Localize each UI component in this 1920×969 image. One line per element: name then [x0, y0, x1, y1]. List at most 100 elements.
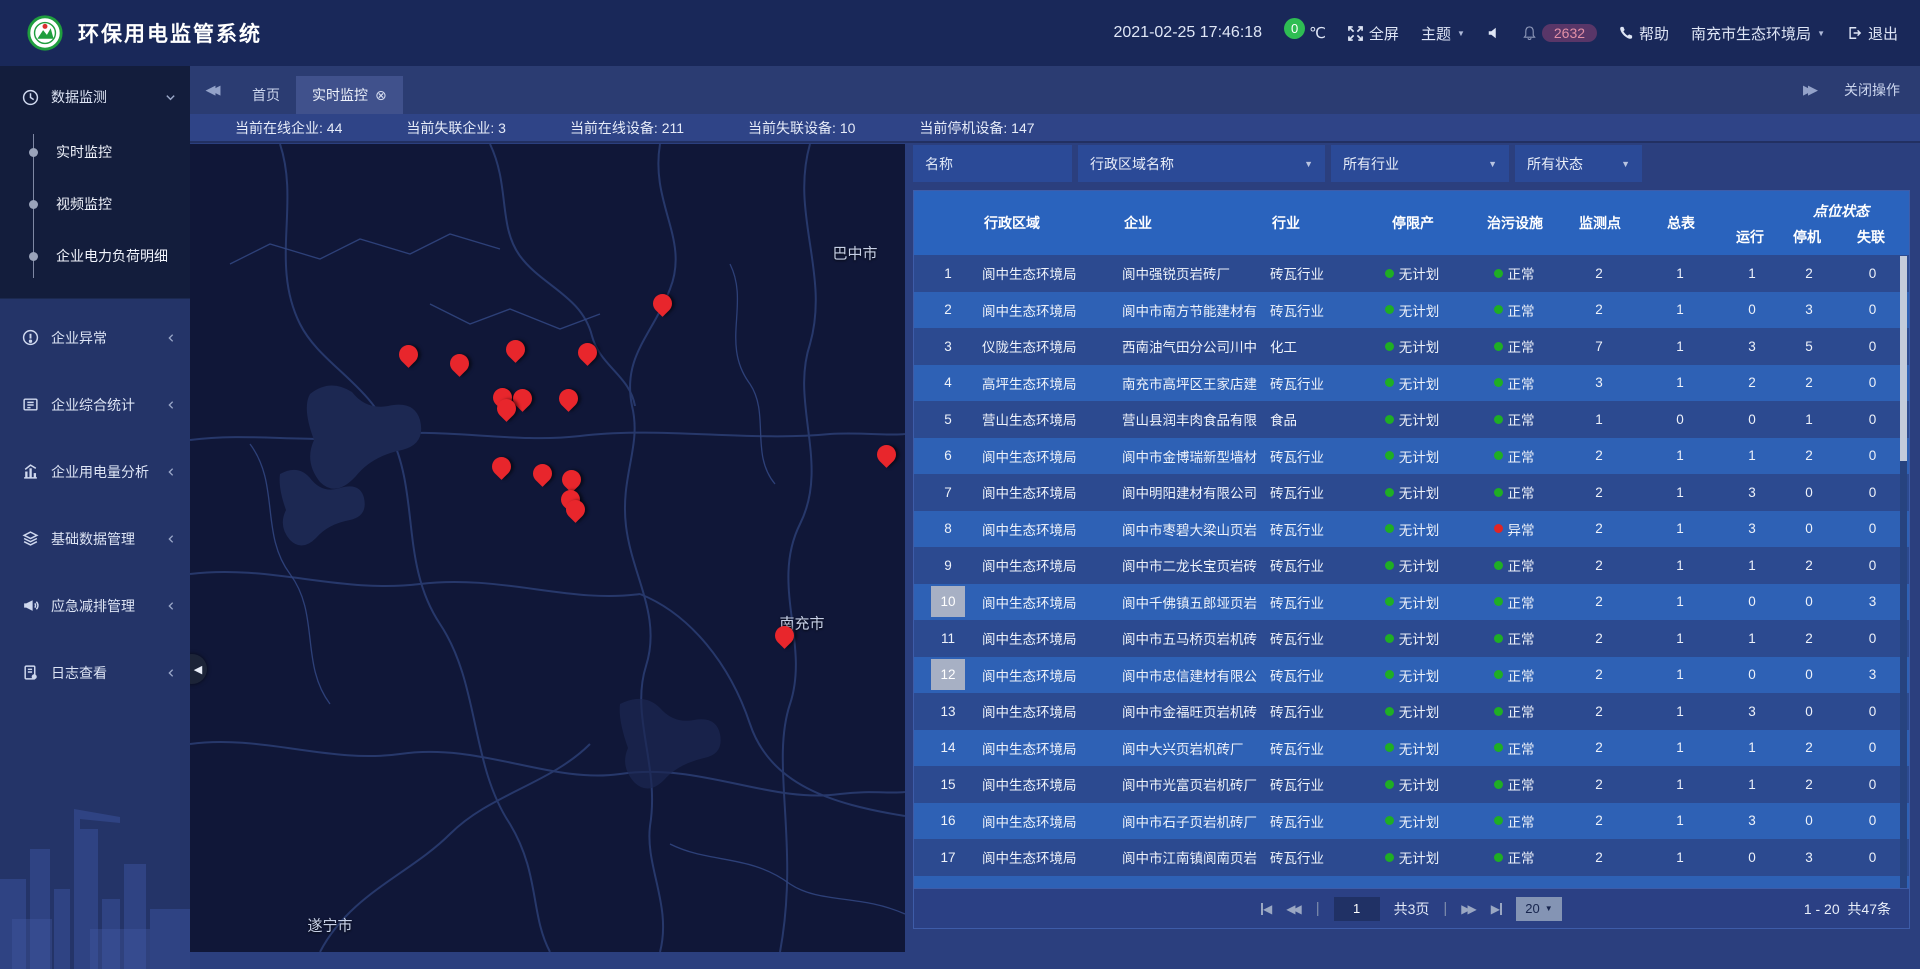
stat-item: 当前在线企业: 44: [235, 118, 342, 138]
last-page-button[interactable]: ▶: [1491, 902, 1502, 916]
table-row[interactable]: 4高坪生态环境局南充市高坪区王家店建砖瓦行业无计划正常31220: [914, 365, 1909, 402]
table-row[interactable]: 2阆中生态环境局阆中市南方节能建材有砖瓦行业无计划正常21030: [914, 292, 1909, 329]
table-row[interactable]: 16阆中生态环境局阆中市石子页岩机砖厂砖瓦行业无计划正常21300: [914, 803, 1909, 840]
status-text: 无计划: [1399, 373, 1440, 393]
table-row[interactable]: 14阆中生态环境局阆中大兴页岩机砖厂砖瓦行业无计划正常21120: [914, 730, 1909, 767]
table-row[interactable]: 13阆中生态环境局阆中市金福旺页岩机砖砖瓦行业无计划正常21300: [914, 693, 1909, 730]
cell-facility-status: 正常: [1468, 738, 1560, 758]
cell-stop-status: 无计划: [1356, 555, 1468, 575]
table-row[interactable]: 10阆中生态环境局阆中千佛镇五郎垭页岩砖瓦行业无计划正常21003: [914, 584, 1909, 621]
table-row[interactable]: 8阆中生态环境局阆中市枣碧大梁山页岩砖瓦行业无计划异常21300: [914, 511, 1909, 548]
status-text: 正常: [1508, 263, 1535, 283]
cell-industry: 砖瓦行业: [1270, 811, 1356, 831]
cell-region: 阆中生态环境局: [982, 738, 1122, 758]
cell-monitor-count: 2: [1560, 266, 1638, 281]
first-page-button[interactable]: ◀: [1261, 902, 1272, 916]
cell-company: 阆中明阳建材有限公司: [1122, 482, 1270, 502]
cell-industry: 砖瓦行业: [1270, 446, 1356, 466]
org-dropdown[interactable]: 南充市生态环境局▼: [1691, 23, 1825, 44]
page-size-select[interactable]: 20▼: [1516, 897, 1562, 921]
tab-home[interactable]: 首页: [236, 76, 296, 114]
col-industry: 行业: [1270, 213, 1356, 233]
notification-badge[interactable]: 2632: [1523, 24, 1597, 42]
table-row[interactable]: 11阆中生态环境局阆中市五马桥页岩机砖砖瓦行业无计划正常21120: [914, 620, 1909, 657]
layers-icon: [22, 530, 39, 547]
industry-filter-select[interactable]: 所有行业▼: [1331, 145, 1509, 182]
gauge-icon: [22, 89, 39, 106]
col-group-point-status: 点位状态: [1813, 201, 1869, 221]
tab-realtime[interactable]: 实时监控⊗: [296, 76, 403, 114]
region-filter-select[interactable]: 行政区域名称▼: [1078, 145, 1325, 182]
col-run: 运行: [1720, 227, 1780, 247]
status-dot-green: [1494, 269, 1503, 278]
status-filter-select[interactable]: 所有状态▼: [1515, 145, 1642, 182]
pager-divider: |: [1443, 900, 1447, 917]
cell-monitor-count: 2: [1560, 448, 1638, 463]
table-row[interactable]: 6阆中生态环境局阆中市金博瑞新型墙材砖瓦行业无计划正常21120: [914, 438, 1909, 475]
cell-company: 阆中市五马桥页岩机砖: [1122, 628, 1270, 648]
cell-stop-status: 无计划: [1356, 628, 1468, 648]
sidebar-item-log-view[interactable]: 日志查看: [0, 644, 190, 701]
stat-item: 当前失联设备: 10: [748, 118, 855, 138]
table-row[interactable]: 17阆中生态环境局阆中市江南镇阆南页岩砖瓦行业无计划正常21030: [914, 839, 1909, 876]
close-operations-button[interactable]: 关闭操作: [1844, 80, 1900, 100]
table-row[interactable]: 12阆中生态环境局阆中市忠信建材有限公砖瓦行业无计划正常21003: [914, 657, 1909, 694]
prev-page-button[interactable]: ◀◀: [1286, 902, 1301, 916]
cell-halt-count: 0: [1782, 594, 1836, 609]
cell-meter-count: 1: [1638, 777, 1722, 792]
cell-lost-count: 0: [1836, 375, 1909, 390]
help-button[interactable]: 帮助: [1619, 23, 1669, 44]
cell-monitor-count: 2: [1560, 740, 1638, 755]
page-number-input[interactable]: [1334, 897, 1380, 921]
status-dot-red: [1494, 524, 1503, 533]
sidebar-item-emergency-reduction[interactable]: 应急减排管理: [0, 577, 190, 634]
sidebar-item-realtime-monitor[interactable]: 实时监控: [0, 126, 190, 178]
cell-region: 阆中生态环境局: [982, 263, 1122, 283]
voice-mute-button[interactable]: [1487, 26, 1501, 40]
row-index: 4: [914, 375, 982, 390]
scrollbar-thumb[interactable]: [1900, 256, 1907, 461]
cell-meter-count: 1: [1638, 594, 1722, 609]
table-row[interactable]: 15阆中生态环境局阆中市光富页岩机砖厂砖瓦行业无计划正常21120: [914, 766, 1909, 803]
table-scrollbar[interactable]: [1900, 256, 1907, 890]
sidebar-item-power-analysis[interactable]: 企业用电量分析: [0, 443, 190, 500]
row-index: 14: [914, 740, 982, 755]
chevron-down-icon: ▼: [1457, 29, 1465, 38]
logout-button[interactable]: 退出: [1847, 23, 1898, 44]
chevron-left-icon: [166, 467, 176, 477]
fullscreen-button[interactable]: 全屏: [1348, 23, 1399, 44]
status-text: 无计划: [1399, 592, 1440, 612]
enterprise-table: 行政区域 企业 行业 停限产 治污设施 监测点 总表 点位状态 运行 停机 失联…: [913, 190, 1910, 929]
next-page-button[interactable]: ▶▶: [1461, 902, 1476, 916]
sidebar-item-label: 企业异常: [51, 328, 166, 348]
theme-dropdown[interactable]: 主题▼: [1421, 23, 1465, 44]
cell-company: 营山县润丰肉食品有限: [1122, 409, 1270, 429]
status-text: 正常: [1508, 446, 1535, 466]
status-text: 无计划: [1399, 701, 1440, 721]
sidebar-item-enterprise-abnormal[interactable]: 企业异常: [0, 309, 190, 366]
status-text: 正常: [1508, 774, 1535, 794]
status-dot-green: [1494, 634, 1503, 643]
table-row[interactable]: 7阆中生态环境局阆中明阳建材有限公司砖瓦行业无计划正常21300: [914, 474, 1909, 511]
table-row[interactable]: 9阆中生态环境局阆中市二龙长宝页岩砖砖瓦行业无计划正常21120: [914, 547, 1909, 584]
sidebar-item-video-monitor[interactable]: 视频监控: [0, 178, 190, 230]
status-dot-green: [1494, 597, 1503, 606]
name-filter-input[interactable]: [913, 145, 1072, 182]
sidebar-item-base-data[interactable]: 基础数据管理: [0, 510, 190, 567]
cell-region: 阆中生态环境局: [982, 628, 1122, 648]
table-row[interactable]: 1阆中生态环境局阆中强锐页岩砖厂砖瓦行业无计划正常21120: [914, 255, 1909, 292]
status-dot-green: [1385, 597, 1394, 606]
map-panel[interactable]: 巴中市南充市遂宁市 ◀: [190, 144, 905, 952]
cell-monitor-count: 2: [1560, 302, 1638, 317]
table-row[interactable]: 5营山生态环境局营山县润丰肉食品有限食品无计划正常10010: [914, 401, 1909, 438]
sidebar-item-data-monitor[interactable]: 数据监测: [0, 74, 190, 120]
sidebar-item-enterprise-statistics[interactable]: 企业综合统计: [0, 376, 190, 433]
row-index: 8: [914, 521, 982, 536]
tabs-scroll-left-icon[interactable]: ◀◀: [190, 66, 236, 114]
status-text: 正常: [1508, 482, 1535, 502]
chevron-left-icon: ◀: [194, 663, 202, 676]
tab-close-icon[interactable]: ⊗: [375, 87, 387, 104]
sidebar-item-power-load-detail[interactable]: 企业电力负荷明细: [0, 230, 190, 282]
tabs-scroll-right-icon[interactable]: ▶▶: [1803, 82, 1818, 98]
table-row[interactable]: 3仪陇生态环境局西南油气田分公司川中化工无计划正常71350: [914, 328, 1909, 365]
